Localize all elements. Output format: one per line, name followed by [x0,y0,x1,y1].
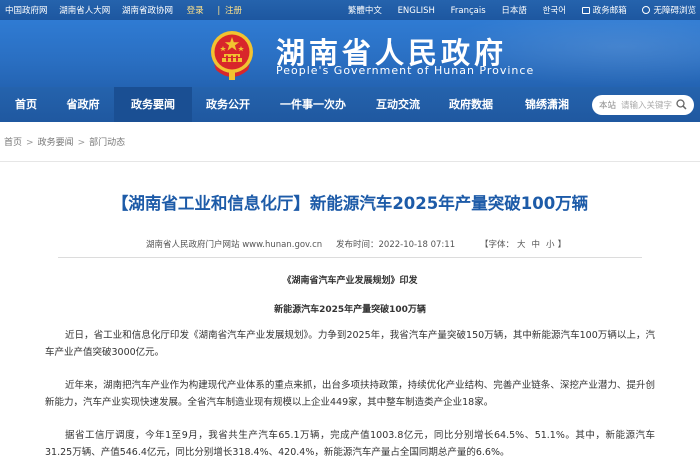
meta-divider [58,257,642,258]
accessibility-icon [642,6,651,14]
gov-mail-link[interactable]: 政务邮箱 [581,6,627,16]
lang-korean[interactable]: 한국어 [543,6,566,16]
link-hunan-npc[interactable]: 湖南省人大网 [59,6,110,16]
register-link[interactable]: 注册 [225,6,242,16]
site-header: 湖南省人民政府 People's Government of Hunan Pro… [0,20,700,87]
nav-gov-affairs-open[interactable]: 政务公开 [192,87,264,122]
article-title: 【湖南省工业和信息化厅】新能源汽车2025年产量突破100万辆 [111,194,589,213]
font-small-button[interactable]: 小 [546,240,555,250]
top-utility-bar: 中国政府网 湖南省人大网 湖南省政协网 登录 | 注册 繁體中文 ENGLISH… [0,0,700,20]
breadcrumb: 首页 > 政务要闻 > 部门动态 [0,122,700,162]
accessibility-link[interactable]: 无障碍浏览 [642,6,696,16]
link-hunan-cppcc[interactable]: 湖南省政协网 [122,6,173,16]
article-date: 发布时间：2022-10-18 07:11 [336,240,456,250]
main-navigation: 首页 省政府 政务要闻 政务公开 一件事一次办 互动交流 政府数据 锦绣潇湘 本… [0,87,700,122]
article-paragraph-1: 近日，省工业和信息化厅印发《湖南省汽车产业发展规划》。力争到2025年，我省汽车… [45,330,655,358]
nav-gov-data[interactable]: 政府数据 [434,87,508,122]
font-large-button[interactable]: 大 [517,240,526,250]
nav-provincial-gov[interactable]: 省政府 [52,87,114,122]
nav-scenic-hunan[interactable]: 锦绣潇湘 [508,87,586,122]
lang-french[interactable]: Français [451,6,486,16]
article-paragraph-2: 近年来，湖南把汽车产业作为构建现代产业体系的重点来抓，出台多项扶持政策，持续优化… [45,380,655,408]
nav-one-stop-service[interactable]: 一件事一次办 [264,87,362,122]
nav-home[interactable]: 首页 [0,87,52,122]
breadcrumb-gov-news[interactable]: 政务要闻 [38,138,74,148]
login-link[interactable]: 登录 | 注册 [187,6,251,16]
site-search[interactable]: 本站 请输入关键字 [592,95,694,115]
mail-icon [581,7,590,14]
lang-english[interactable]: ENGLISH [398,6,435,16]
font-medium-button[interactable]: 中 [532,240,541,250]
nav-gov-news[interactable]: 政务要闻 [114,87,192,122]
search-scope[interactable]: 本站 [599,99,616,111]
nav-interaction[interactable]: 互动交流 [362,87,434,122]
lang-traditional-chinese[interactable]: 繁體中文 [348,6,382,16]
article-subheading-1: 《湖南省汽车产业发展规划》印发 [282,276,418,286]
font-size-control: 【字体：大中小】 [480,240,567,250]
national-emblem-icon[interactable] [208,26,256,82]
breadcrumb-home[interactable]: 首页 [4,138,22,148]
link-gov-cn[interactable]: 中国政府网 [5,6,48,16]
search-icon[interactable] [676,99,687,110]
site-subtitle: People's Government of Hunan Province [276,64,535,77]
lang-japanese[interactable]: 日本語 [501,6,527,16]
article-paragraph-3: 据省工信厅调度，今年1至9月，我省共生产汽车65.1万辆，完成产值1003.8亿… [45,430,655,458]
article-subheading-2: 新能源汽车2025年产量突破100万辆 [274,305,426,315]
breadcrumb-dept-news[interactable]: 部门动态 [89,138,125,148]
search-input[interactable]: 请输入关键字 [621,99,672,111]
article-source: 湖南省人民政府门户网站 www.hunan.gov.cn [146,240,323,250]
